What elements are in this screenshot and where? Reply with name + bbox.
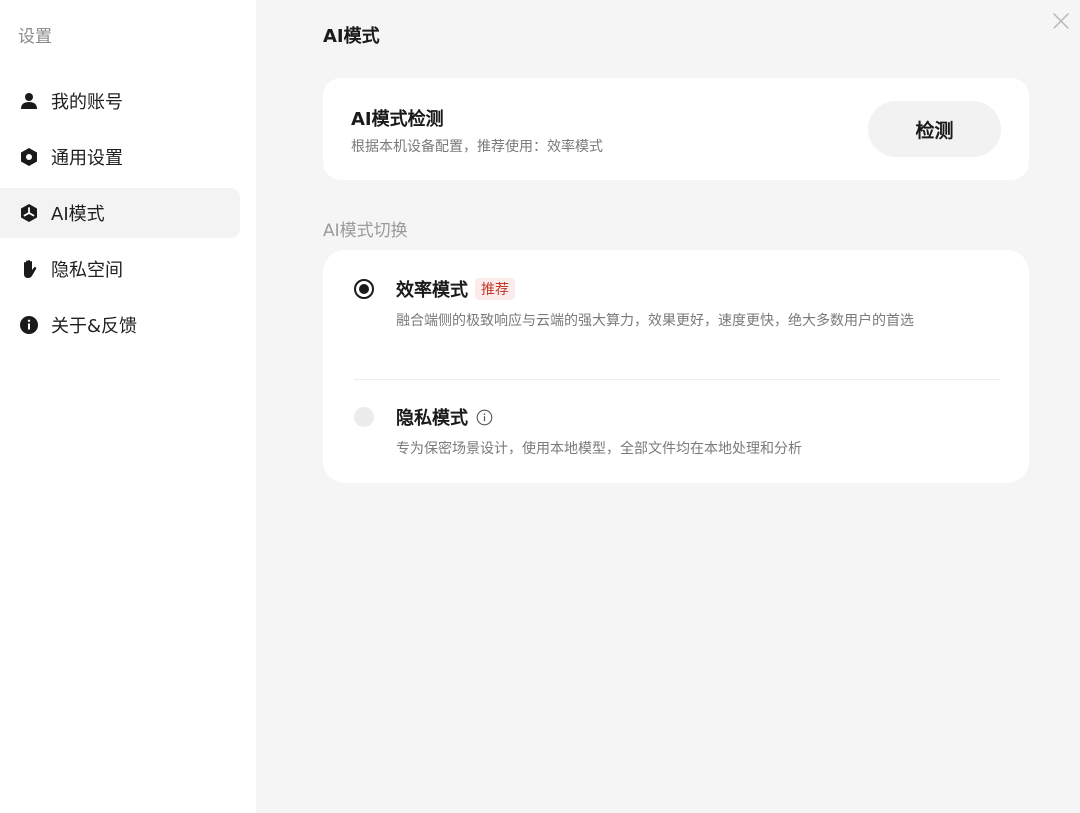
sidebar-item-private-space[interactable]: 隐私空间 (0, 244, 240, 294)
main-panel: AI模式 AI模式检测 根据本机设备配置，推荐使用：效率模式 检测 AI模式切换… (256, 0, 1080, 813)
close-icon (1053, 13, 1069, 29)
mode-title: 效率模式 (396, 280, 468, 301)
ai-mode-detect-card: AI模式检测 根据本机设备配置，推荐使用：效率模式 检测 (323, 78, 1029, 180)
page-title: AI模式 (323, 26, 380, 47)
info-circle-icon[interactable] (476, 409, 493, 426)
sidebar-nav: 我的账号 通用设置 AI模式 隐私空间 关于&反馈 (0, 76, 240, 356)
sidebar-item-my-account[interactable]: 我的账号 (0, 76, 240, 126)
user-icon (18, 90, 40, 112)
divider (354, 379, 1000, 380)
detect-description: 根据本机设备配置，推荐使用：效率模式 (351, 139, 603, 155)
recommended-badge: 推荐 (475, 278, 515, 300)
sidebar-item-label: 关于&反馈 (51, 316, 138, 337)
ai-cube-icon (18, 202, 40, 224)
close-button[interactable] (1052, 12, 1072, 32)
sidebar-item-label: 通用设置 (51, 148, 123, 169)
sidebar-item-about-feedback[interactable]: 关于&反馈 (0, 300, 240, 350)
sidebar-title: 设置 (18, 27, 52, 47)
mode-switch-heading: AI模式切换 (323, 221, 408, 241)
privacy-mode-radio[interactable] (354, 407, 374, 427)
sidebar-item-label: 隐私空间 (51, 260, 123, 281)
efficiency-mode-radio[interactable] (354, 279, 374, 299)
sidebar-item-general-settings[interactable]: 通用设置 (0, 132, 240, 182)
mode-title-row: 效率模式 推荐 (396, 276, 515, 302)
hexagon-icon (18, 146, 40, 168)
privacy-mode-option[interactable]: 隐私模式 专为保密场景设计，使用本地模型，全部文件均在本地处理和分析 (323, 404, 1029, 464)
hand-icon (18, 258, 40, 280)
efficiency-mode-option[interactable]: 效率模式 推荐 融合端侧的极致响应与云端的强大算力，效果更好，速度更快，绝大多数… (323, 276, 1029, 380)
mode-description: 专为保密场景设计，使用本地模型，全部文件均在本地处理和分析 (396, 441, 802, 457)
mode-title: 隐私模式 (396, 408, 468, 429)
mode-description: 融合端侧的极致响应与云端的强大算力，效果更好，速度更快，绝大多数用户的首选 (396, 313, 914, 329)
detect-title: AI模式检测 (351, 109, 444, 130)
sidebar-item-ai-mode[interactable]: AI模式 (0, 188, 240, 238)
sidebar: 设置 我的账号 通用设置 AI模式 隐私空间 关于&反馈 (0, 0, 256, 813)
sidebar-item-label: 我的账号 (51, 92, 123, 113)
mode-title-row: 隐私模式 (396, 404, 493, 430)
sidebar-item-label: AI模式 (51, 204, 105, 225)
info-icon (18, 314, 40, 336)
mode-options-card: 效率模式 推荐 融合端侧的极致响应与云端的强大算力，效果更好，速度更快，绝大多数… (323, 250, 1029, 483)
detect-button[interactable]: 检测 (868, 101, 1001, 157)
